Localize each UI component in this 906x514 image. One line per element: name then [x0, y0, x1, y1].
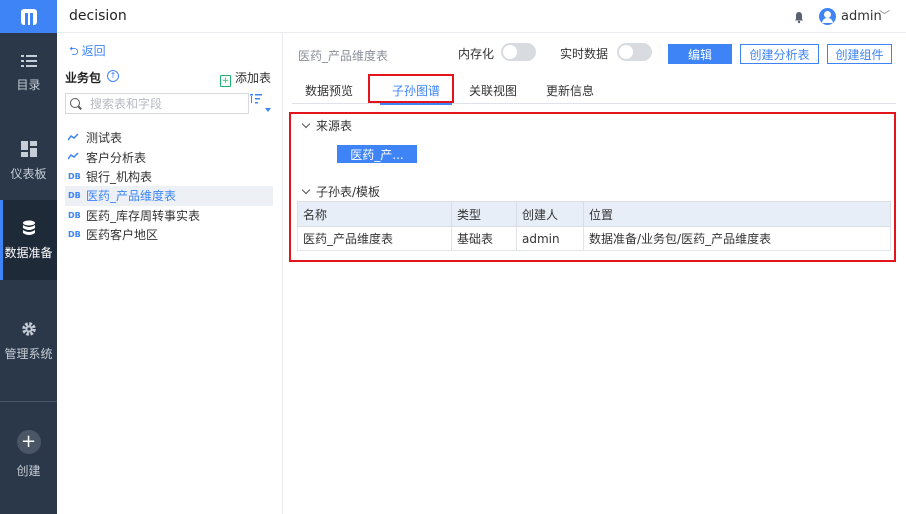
- add-table-label: 添加表: [235, 71, 272, 85]
- cell-creator: admin: [516, 226, 584, 251]
- nav-label: 仪表板: [10, 166, 47, 181]
- nav-item-create[interactable]: + 创建: [0, 414, 57, 494]
- search-input[interactable]: [90, 96, 240, 111]
- source-table-chip[interactable]: 医药_产...: [337, 145, 417, 163]
- nav-label: 管理系统: [4, 346, 53, 361]
- list-item[interactable]: DB 医药_库存周转事实表: [65, 206, 273, 225]
- plus-icon: +: [16, 429, 41, 454]
- analysis-table-icon: [67, 133, 86, 143]
- source-section-label: 来源表: [316, 119, 353, 133]
- column-header: 位置: [583, 201, 891, 227]
- table-name: 医药_产品维度表: [86, 189, 177, 204]
- sort-icon[interactable]: [250, 93, 262, 108]
- top-bar: decision admin ﹀: [0, 0, 906, 33]
- user-name[interactable]: admin: [841, 9, 882, 24]
- cell-location: 数据准备/业务包/医药_产品维度表: [583, 226, 891, 251]
- database-icon: [22, 220, 35, 235]
- bell-icon[interactable]: [792, 10, 806, 24]
- table-list: 测试表 客户分析表 DB 银行_机构表 DB 医药_产品维度表 DB 医药_库存…: [65, 128, 273, 244]
- nav-item-management[interactable]: 管理系统: [0, 301, 57, 381]
- memory-toggle[interactable]: [501, 43, 536, 61]
- list-icon: [20, 54, 37, 67]
- back-label: 返回: [81, 44, 106, 58]
- nav-item-dashboard[interactable]: 仪表板: [0, 121, 57, 201]
- table-name: 客户分析表: [86, 150, 147, 165]
- sort-dropdown-icon[interactable]: [265, 108, 271, 112]
- chevron-down-icon: [301, 185, 311, 195]
- search-box[interactable]: [65, 93, 249, 114]
- child-table: 名称 类型 创建人 位置 医药_产品维度表 基础表 admin 数据准备/业务包…: [297, 201, 891, 251]
- table-header-row: 名称 类型 创建人 位置: [297, 201, 891, 227]
- table-name: 银行_机构表: [86, 169, 153, 184]
- create-analysis-button[interactable]: 创建分析表: [740, 44, 819, 64]
- package-panel: ⮌返回 业务包 ↑ + 添加表 测试表 客户分析表 DB 银行_机构表 DB 医药…: [57, 33, 283, 514]
- create-component-button[interactable]: 创建组件: [827, 44, 892, 64]
- package-title: 业务包: [65, 71, 102, 85]
- column-header: 创建人: [516, 201, 584, 227]
- table-row[interactable]: 医药_产品维度表 基础表 admin 数据准备/业务包/医药_产品维度表: [297, 226, 891, 251]
- nav-label: 目录: [16, 77, 41, 92]
- table-title: 医药_产品维度表: [298, 49, 389, 63]
- tab-data-preview[interactable]: 数据预览: [298, 76, 360, 104]
- nav-item-data-prep[interactable]: 数据准备: [0, 200, 57, 280]
- db-table-icon: DB: [68, 191, 81, 201]
- nav-item-catalog[interactable]: 目录: [0, 33, 57, 113]
- chevron-down-icon: [301, 119, 311, 129]
- user-avatar-icon[interactable]: [819, 8, 836, 25]
- analysis-table-icon: [67, 152, 86, 162]
- list-item[interactable]: 客户分析表: [65, 147, 273, 166]
- list-item[interactable]: DB 医药客户地区: [65, 225, 273, 244]
- nav-label: 创建: [16, 463, 41, 478]
- list-item[interactable]: DB 银行_机构表: [65, 167, 273, 186]
- cell-name: 医药_产品维度表: [297, 226, 452, 251]
- app-title: decision: [69, 8, 127, 24]
- nav-divider: [0, 401, 57, 402]
- memory-label: 内存化: [458, 47, 495, 61]
- back-arrow-icon: ⮌: [69, 44, 79, 58]
- app-logo[interactable]: [0, 0, 57, 33]
- left-nav: 目录 仪表板 数据准备 管理系统 + 创建: [0, 33, 57, 514]
- search-icon: [70, 97, 82, 110]
- highlight-box-tab: [368, 74, 454, 103]
- tab-relation-view[interactable]: 关联视图: [465, 76, 521, 104]
- table-name: 医药客户地区: [86, 228, 159, 243]
- tab-update-info[interactable]: 更新信息: [542, 76, 598, 104]
- gear-icon: [21, 321, 36, 336]
- realtime-toggle[interactable]: [617, 43, 652, 61]
- logo-icon: [20, 8, 37, 25]
- main-panel: 医药_产品维度表 内存化 实时数据 编辑 创建分析表 创建组件 数据预览 子孙图…: [284, 33, 906, 514]
- add-file-icon: +: [220, 75, 231, 87]
- table-name: 测试表: [86, 131, 123, 146]
- realtime-label: 实时数据: [560, 47, 609, 61]
- upload-icon[interactable]: ↑: [107, 70, 119, 82]
- db-table-icon: DB: [68, 230, 81, 240]
- back-link[interactable]: ⮌ 返回: [69, 42, 106, 63]
- add-table-button[interactable]: + 添加表: [220, 69, 271, 87]
- table-name: 医药_库存周转事实表: [86, 208, 201, 223]
- source-section-header[interactable]: 来源表: [301, 117, 353, 134]
- nav-label: 数据准备: [4, 245, 53, 260]
- child-section-label: 子孙表/模板: [316, 185, 381, 199]
- column-header: 类型: [451, 201, 517, 227]
- edit-button[interactable]: 编辑: [668, 44, 732, 64]
- db-table-icon: DB: [68, 171, 81, 181]
- cell-type: 基础表: [451, 226, 517, 251]
- chevron-down-icon[interactable]: ﹀: [879, 7, 890, 23]
- dashboard-icon: [20, 140, 37, 157]
- list-item-selected[interactable]: DB 医药_产品维度表: [65, 186, 273, 206]
- child-section-header[interactable]: 子孙表/模板: [301, 183, 381, 200]
- list-item[interactable]: 测试表: [65, 128, 273, 147]
- column-header: 名称: [297, 201, 452, 227]
- db-table-icon: DB: [68, 210, 81, 220]
